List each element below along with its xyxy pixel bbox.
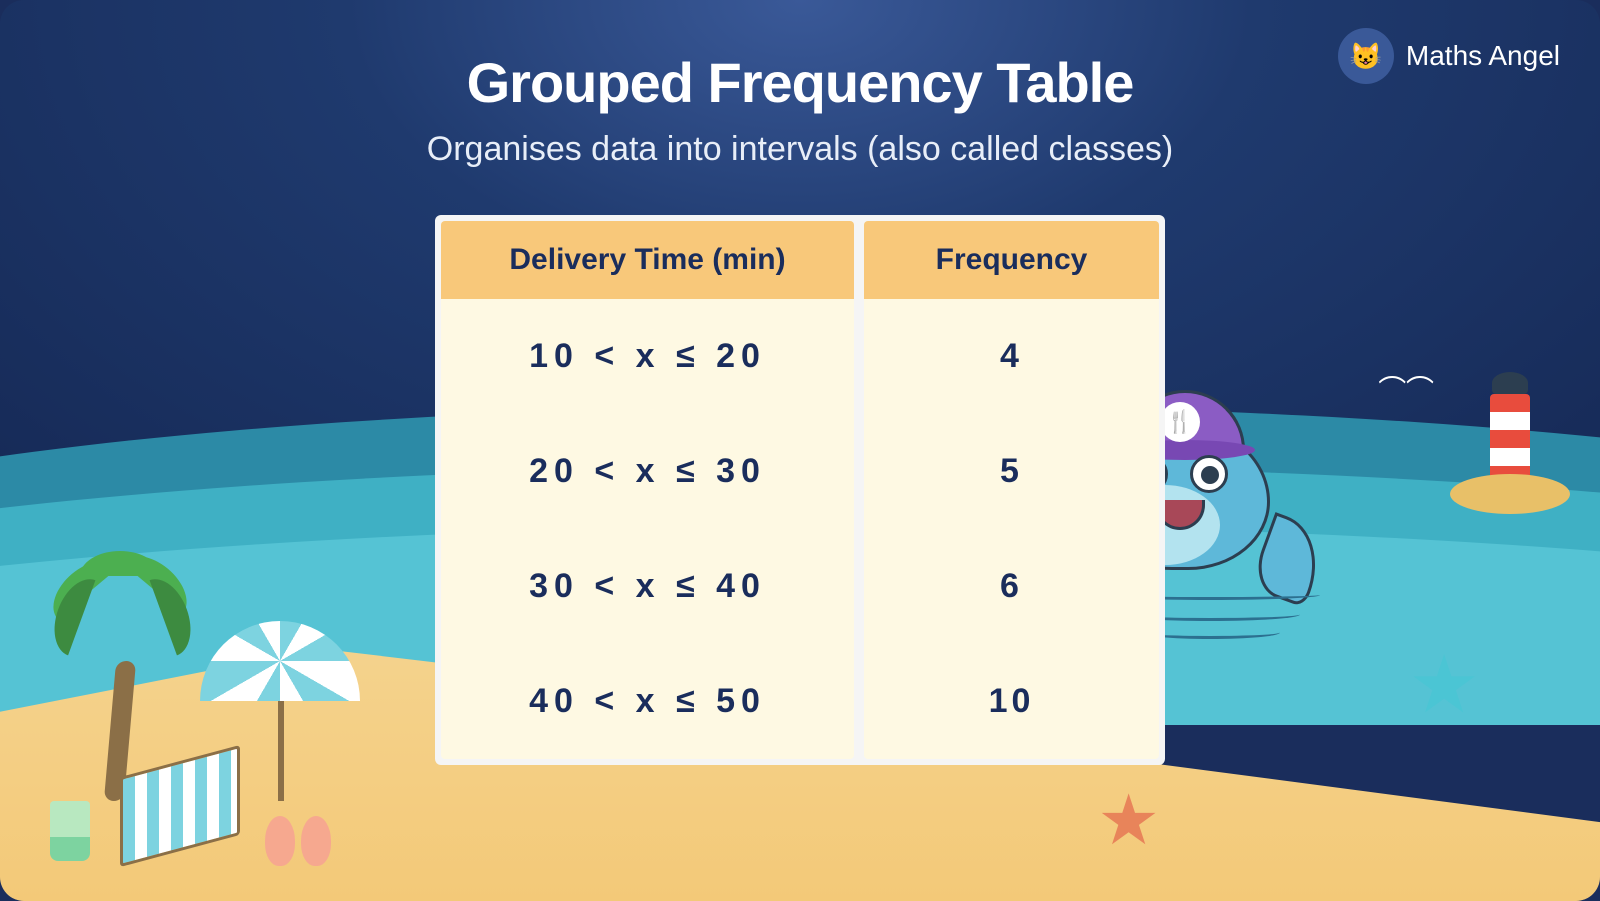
- brand-avatar-icon: 😺: [1338, 28, 1394, 84]
- frequency-table: Delivery Time (min) 10 < x ≤ 20 20 < x ≤…: [435, 215, 1165, 765]
- table-column-frequency: Frequency 4 5 6 10: [864, 221, 1159, 759]
- table-cell-interval: 40 < x ≤ 50: [441, 644, 854, 759]
- lighthouse-icon: [1490, 380, 1530, 494]
- brand-logo: 😺 Maths Angel: [1338, 28, 1560, 84]
- table-cell-frequency: 4: [864, 299, 1159, 414]
- table-cell-frequency: 6: [864, 529, 1159, 644]
- table-cell-interval: 20 < x ≤ 30: [441, 414, 854, 529]
- table-header-interval: Delivery Time (min): [441, 221, 854, 299]
- flipflops-icon: [265, 816, 331, 866]
- brand-name: Maths Angel: [1406, 40, 1560, 72]
- table-cell-frequency: 10: [864, 644, 1159, 759]
- birds-icon: ︵ ︵: [1378, 350, 1430, 390]
- starfish-orange-icon: ★: [1097, 779, 1160, 861]
- table-cell-frequency: 5: [864, 414, 1159, 529]
- page-title: Grouped Frequency Table: [467, 50, 1134, 115]
- slide: ︵ ︵ ★ ★ 🍴 🍴 😺 Maths Angel Grouped Frequ: [0, 0, 1600, 901]
- page-subtitle: Organises data into intervals (also call…: [427, 130, 1173, 169]
- starfish-blue-icon: ★: [1408, 638, 1480, 731]
- table-header-frequency: Frequency: [864, 221, 1159, 299]
- table-cell-interval: 10 < x ≤ 20: [441, 299, 854, 414]
- drink-icon: [50, 801, 90, 861]
- table-cell-interval: 30 < x ≤ 40: [441, 529, 854, 644]
- table-column-interval: Delivery Time (min) 10 < x ≤ 20 20 < x ≤…: [441, 221, 854, 759]
